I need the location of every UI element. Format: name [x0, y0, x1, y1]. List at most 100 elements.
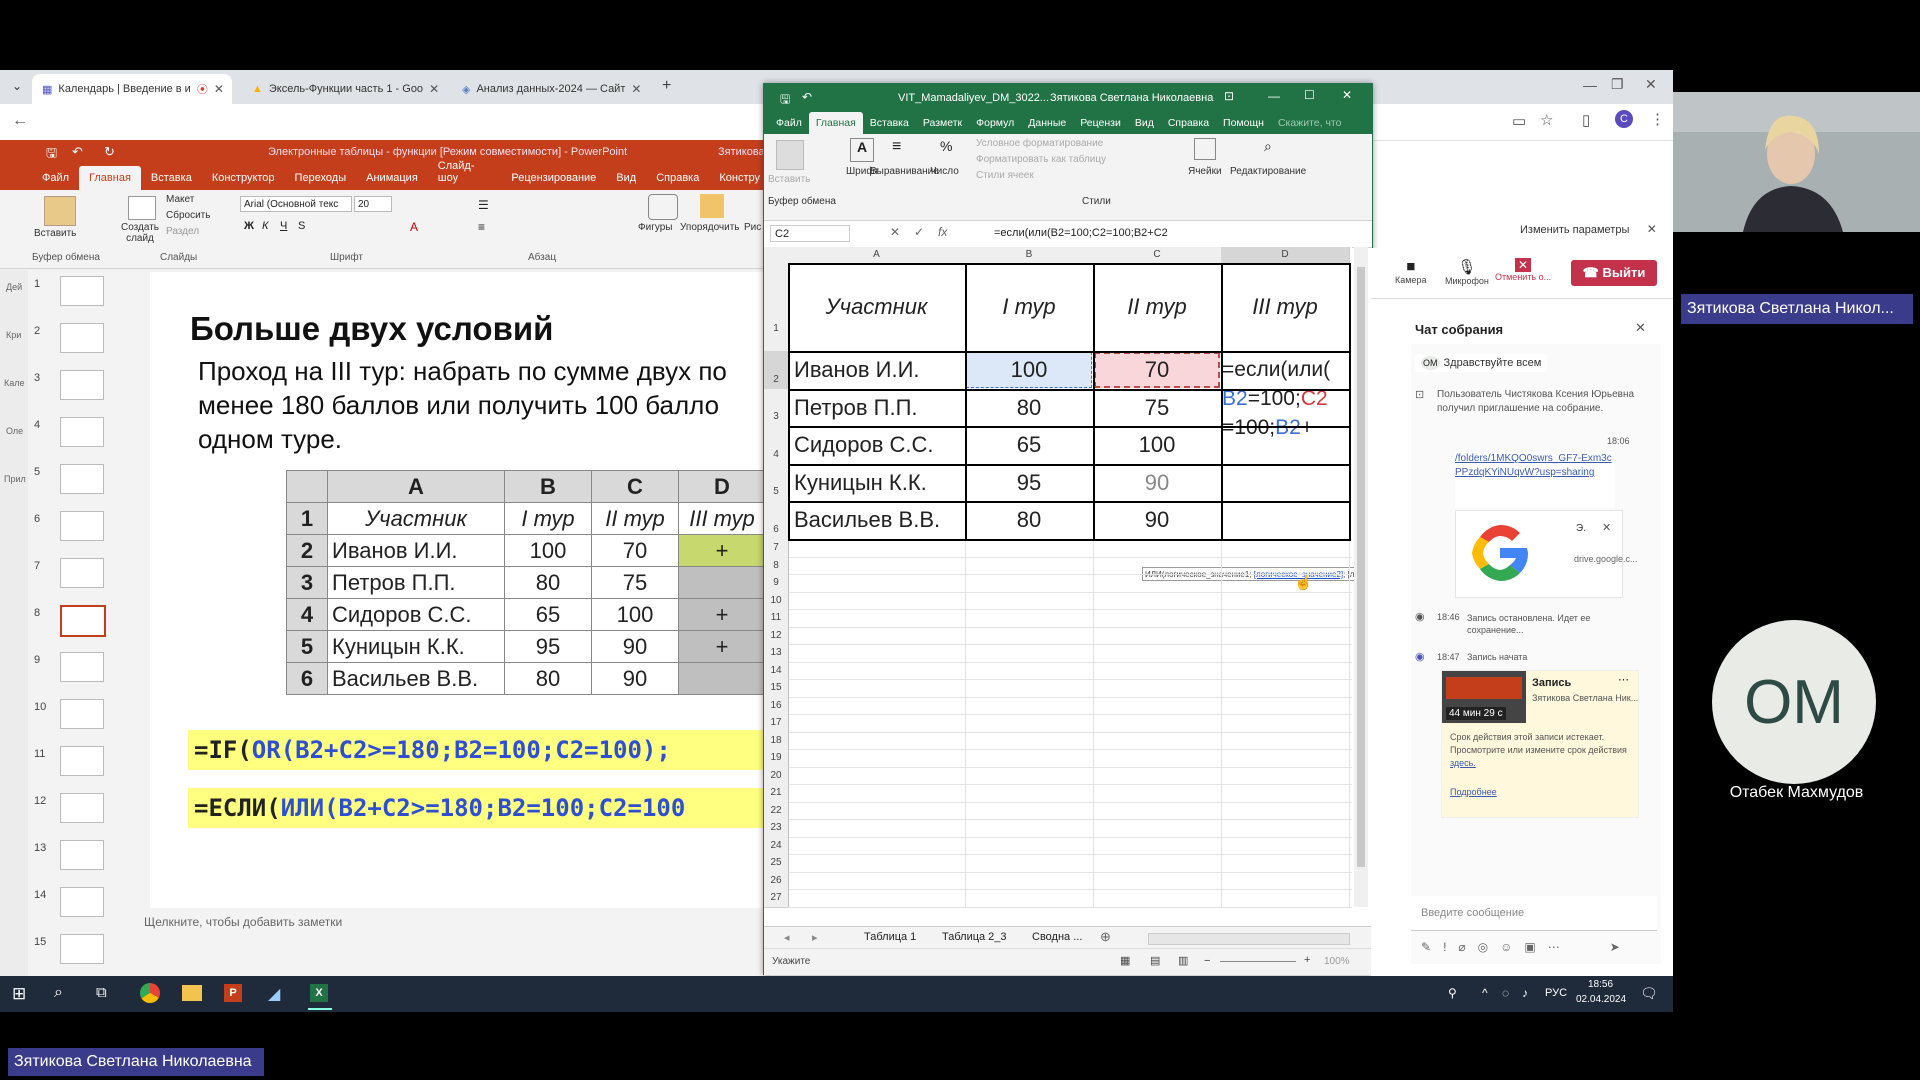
tray-expand-icon[interactable]: ^ — [1482, 986, 1488, 1000]
shapes-button[interactable]: Фигуры — [638, 222, 672, 233]
slide-thumbnail[interactable] — [60, 699, 104, 729]
vertical-scrollbar[interactable] — [1354, 247, 1368, 907]
network-icon[interactable]: ⚲ — [1448, 986, 1457, 1000]
header-cell[interactable]: III тур — [1221, 263, 1349, 351]
cell-name[interactable]: Иванов И.И. — [788, 351, 965, 389]
reset-button[interactable]: Сбросить — [166, 210, 210, 221]
start-icon[interactable]: ⊞ — [12, 984, 26, 1004]
change-params-button[interactable]: Изменить параметры ✕ — [1520, 222, 1657, 236]
zoom-out-icon[interactable]: − — [1204, 955, 1210, 967]
participant-avatar[interactable]: OM — [1712, 620, 1876, 784]
number-button[interactable]: Число — [930, 166, 959, 177]
close-window-icon[interactable]: ✕ — [1645, 76, 1657, 93]
close-tab-icon[interactable]: ✕ — [429, 82, 439, 96]
excel-tab[interactable]: Помощн — [1216, 117, 1271, 134]
ribbon-display-icon[interactable]: ⊡ — [1224, 89, 1234, 103]
cell-b[interactable]: 65 — [965, 426, 1093, 464]
row-header[interactable]: 22 — [764, 801, 789, 820]
slide-thumbnail[interactable] — [60, 746, 104, 776]
row-header[interactable]: 16 — [764, 696, 789, 715]
page-layout-icon[interactable]: ▤ — [1150, 954, 1160, 967]
row-header[interactable]: 11 — [764, 609, 789, 628]
close-tab-icon[interactable]: ✕ — [214, 82, 224, 96]
next-sheet-icon[interactable]: ▸ — [812, 931, 818, 944]
recording-thumbnail[interactable]: 44 мин 29 с — [1442, 671, 1526, 723]
ppt-tab-home[interactable]: Главная — [79, 166, 141, 190]
ppt-tab[interactable]: Анимация — [356, 172, 428, 190]
close-tab-icon[interactable]: ✕ — [631, 82, 641, 96]
language-indicator[interactable]: РУС — [1545, 987, 1567, 999]
percent-icon[interactable]: % — [940, 138, 952, 154]
ppt-tab[interactable]: Конструктор — [202, 172, 285, 190]
ppt-tab[interactable]: Рецензирование — [501, 172, 606, 190]
row-header[interactable]: 12 — [764, 626, 789, 645]
excel-tab-home[interactable]: Главная — [808, 112, 863, 134]
drive-link[interactable]: /folders/1MKQO0swrs_GF7-Exm3cPPzdqKYiNUq… — [1455, 452, 1615, 508]
bold-icon[interactable]: Ж — [244, 220, 254, 232]
bullets-icon[interactable]: ☰ — [478, 198, 489, 212]
paste-clipboard-icon[interactable] — [44, 196, 76, 226]
cell-name[interactable]: Петров П.П. — [788, 389, 965, 426]
browser-tab-site[interactable]: ◈ Анализ данных-2024 — Сайт ✕ — [452, 74, 647, 104]
cell-c[interactable]: 100 — [1093, 426, 1221, 464]
align-button[interactable]: Выравнивание — [870, 166, 939, 177]
row-header[interactable]: 24 — [764, 836, 789, 855]
slide-thumbnail[interactable] — [60, 558, 104, 588]
ppt-tab[interactable]: Слайд-шоу — [428, 160, 502, 190]
slide-thumbnail[interactable] — [60, 511, 104, 541]
col-header[interactable]: D — [1221, 247, 1350, 264]
sidebar-icon[interactable]: ▯ — [1582, 111, 1590, 129]
file-explorer-icon[interactable] — [182, 985, 202, 1001]
row-header[interactable]: 15 — [764, 679, 789, 698]
slide-thumbnail[interactable] — [60, 840, 104, 870]
header-cell[interactable]: I тур — [965, 263, 1093, 351]
rail-label[interactable]: Прил — [4, 474, 26, 484]
slide-thumbnail[interactable] — [60, 793, 104, 823]
editing-button[interactable]: Редактирование — [1230, 166, 1306, 177]
col-header[interactable]: B — [965, 247, 1094, 264]
cells-button[interactable]: Ячейки — [1188, 166, 1222, 177]
row-header[interactable]: 26 — [764, 871, 789, 890]
row-header[interactable]: 19 — [764, 749, 789, 768]
cell-name[interactable]: Сидоров С.С. — [788, 426, 965, 464]
add-sheet-icon[interactable]: ⊕ — [1100, 929, 1111, 945]
maximize-icon[interactable]: ☐ — [1304, 88, 1315, 102]
browser-tab-sheets[interactable]: ▲ Эксель-Функции часть 1 - Goo ✕ — [242, 74, 447, 104]
font-icon[interactable]: A — [850, 138, 874, 162]
alert-icon[interactable]: ! — [1443, 940, 1446, 954]
row-header[interactable]: 21 — [764, 784, 789, 803]
font-color-icon[interactable]: A — [410, 220, 418, 234]
cast-icon[interactable]: ▭ — [1512, 112, 1526, 130]
excel-tab[interactable]: Вставка — [863, 117, 916, 134]
back-icon[interactable]: ← — [12, 112, 28, 130]
more-options-icon[interactable]: ⋯ — [1618, 673, 1629, 686]
wifi-icon[interactable]: ◌ — [1502, 986, 1509, 1000]
sheet-tab[interactable]: Сводна ... — [1032, 931, 1082, 943]
excel-tab[interactable]: Формул — [969, 117, 1021, 134]
cell-name[interactable]: Васильев В.В. — [788, 501, 965, 539]
tab-list-icon[interactable]: ⌄ — [12, 79, 22, 93]
message-input[interactable]: Введите сообщение — [1411, 896, 1657, 931]
slide-thumbnail[interactable] — [60, 887, 104, 917]
align-icon[interactable]: ≡ — [892, 138, 901, 156]
volume-icon[interactable]: ♪ — [1522, 986, 1528, 1000]
cell-c[interactable]: 90 — [1093, 464, 1221, 501]
slide-thumbnail[interactable] — [60, 652, 104, 682]
new-slide-button[interactable]: Создать слайд — [120, 222, 160, 244]
save-icon[interactable]: 🖫 — [780, 90, 790, 111]
zoom-level[interactable]: 100% — [1324, 956, 1350, 967]
more-menu-icon[interactable]: ⋮ — [1650, 110, 1665, 128]
section-button[interactable]: Раздел — [166, 226, 199, 237]
close-icon[interactable]: ✕ — [1647, 222, 1657, 236]
cell-name[interactable]: Куницын К.К. — [788, 464, 965, 501]
row-header[interactable]: 13 — [764, 644, 789, 663]
leave-button[interactable]: ☎ Выйти — [1571, 260, 1657, 286]
tell-me-search[interactable]: Скажите, что — [1271, 117, 1349, 134]
sheet-tab[interactable]: Таблица 2_3 — [942, 931, 1007, 943]
row-header[interactable]: 14 — [764, 661, 789, 680]
align-left-icon[interactable]: ≡ — [478, 220, 485, 234]
arrange-button[interactable]: Упорядочить — [680, 222, 740, 233]
excel-tab[interactable]: Рецензи — [1073, 117, 1128, 134]
more-info-link[interactable]: Подробнее — [1450, 787, 1497, 797]
paste-button[interactable]: Вставить — [34, 228, 76, 239]
